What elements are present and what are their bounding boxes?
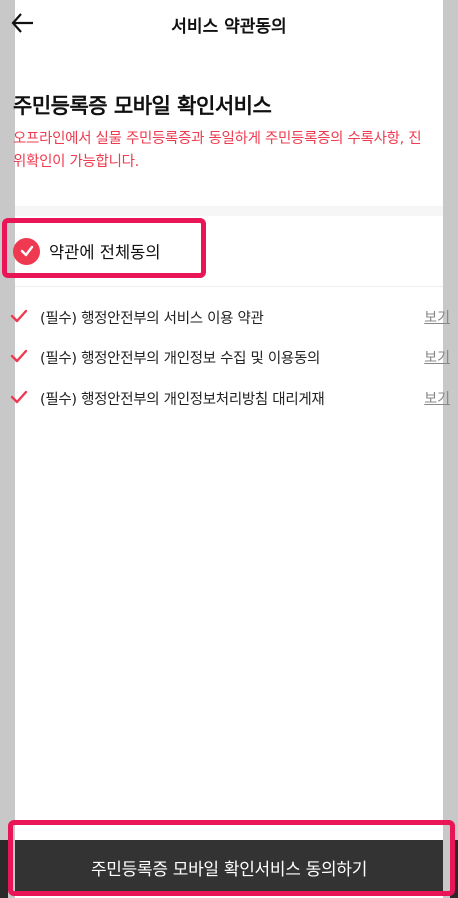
view-link[interactable]: 보기 [424, 307, 450, 327]
check-icon [10, 309, 28, 323]
view-link[interactable]: 보기 [424, 347, 450, 367]
divider [15, 286, 443, 287]
service-description: 오프라인에서 실물 주민등록증과 동일하게 주민등록증의 수록사항, 진위확인이… [13, 131, 422, 170]
check-icon [10, 349, 28, 363]
term-label: (필수) 행정안전부의 개인정보처리방침 대리게재 [40, 392, 325, 408]
term-label: (필수) 행정안전부의 서비스 이용 약관 [40, 311, 264, 327]
submit-highlight [8, 820, 455, 896]
term-item-privacy-policy[interactable]: (필수) 행정안전부의 개인정보처리방침 대리게재 보기 [10, 386, 450, 410]
term-item-service[interactable]: (필수) 행정안전부의 서비스 이용 약관 보기 [10, 305, 450, 329]
term-item-privacy-collect[interactable]: (필수) 행정안전부의 개인정보 수집 및 이용동의 보기 [10, 345, 450, 369]
page-title: 주민등록증 모바일 확인서비스 [13, 94, 272, 118]
term-label: (필수) 행정안전부의 개인정보 수집 및 이용동의 [40, 351, 321, 367]
section-divider [15, 206, 443, 216]
check-icon [10, 390, 28, 404]
header-title: 서비스 약관동의 [171, 17, 287, 37]
agree-all-label: 약관에 전체동의 [49, 243, 161, 262]
check-circle-icon [13, 237, 40, 265]
header: 서비스 약관동의 [0, 0, 458, 50]
agree-all-checkbox[interactable]: 약관에 전체동의 [13, 236, 161, 266]
edge-strip [0, 840, 8, 898]
view-link[interactable]: 보기 [424, 388, 450, 408]
